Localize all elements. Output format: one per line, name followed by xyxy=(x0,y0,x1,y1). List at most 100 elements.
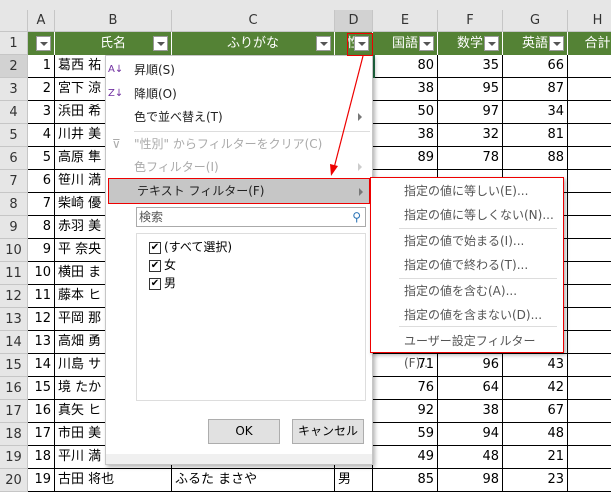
column-header-F[interactable]: F xyxy=(438,10,503,32)
cell-E[interactable]: 76 xyxy=(373,377,438,400)
cell-H[interactable] xyxy=(568,170,611,193)
row-header[interactable]: 3 xyxy=(0,78,28,101)
text-filter-option[interactable]: 指定の値を含まない(D)... xyxy=(404,304,542,326)
cell-E[interactable]: 85 xyxy=(373,469,438,492)
cell-E[interactable]: 89 xyxy=(373,147,438,170)
cell-F[interactable]: 94 xyxy=(438,423,503,446)
row-header[interactable]: 6 xyxy=(0,147,28,170)
sort-descending[interactable]: 降順(O) xyxy=(134,82,177,106)
cell-A[interactable]: 9 xyxy=(28,239,55,262)
cell-F[interactable]: 98 xyxy=(438,469,503,492)
cell-F[interactable]: 97 xyxy=(438,101,503,124)
text-filter-option[interactable]: 指定の値に等しくない(N)... xyxy=(404,204,554,226)
column-header-D[interactable]: D xyxy=(335,10,373,32)
cell-A[interactable]: 16 xyxy=(28,400,55,423)
row-header[interactable]: 20 xyxy=(0,469,28,492)
cell-A[interactable]: 19 xyxy=(28,469,55,492)
row-header[interactable]: 4 xyxy=(0,101,28,124)
cell-H[interactable] xyxy=(568,469,611,492)
text-filter-option[interactable]: 指定の値で終わる(T)... xyxy=(404,254,528,276)
cell-F[interactable]: 32 xyxy=(438,124,503,147)
cell-H[interactable] xyxy=(568,216,611,239)
cell-H[interactable] xyxy=(568,262,611,285)
resize-grip[interactable] xyxy=(106,454,372,464)
checkbox-checked-icon[interactable]: ✔ xyxy=(149,259,161,272)
cell-A[interactable]: 15 xyxy=(28,377,55,400)
column-header-H[interactable]: H xyxy=(568,10,611,32)
cell-A[interactable]: 17 xyxy=(28,423,55,446)
cell-A[interactable]: 8 xyxy=(28,216,55,239)
cell-E[interactable]: 92 xyxy=(373,400,438,423)
cell-G[interactable]: 88 xyxy=(503,147,568,170)
row-header[interactable]: 17 xyxy=(0,400,28,423)
checkbox-checked-icon[interactable]: ✔ xyxy=(149,241,161,254)
cell-E[interactable]: 38 xyxy=(373,124,438,147)
cell-G[interactable]: 23 xyxy=(503,469,568,492)
cell-A[interactable]: 13 xyxy=(28,331,55,354)
cell-A[interactable]: 7 xyxy=(28,193,55,216)
cell-C[interactable]: ふるた まさや xyxy=(172,469,335,492)
cell-H[interactable] xyxy=(568,285,611,308)
cell-G[interactable]: 42 xyxy=(503,377,568,400)
cell-H[interactable] xyxy=(568,78,611,101)
cell-B[interactable]: 古田 将也 xyxy=(55,469,172,492)
sort-ascending[interactable]: 昇順(S) xyxy=(134,58,175,82)
row-header[interactable]: 9 xyxy=(0,216,28,239)
cell-E[interactable]: 59 xyxy=(373,423,438,446)
cell-E[interactable]: 80 xyxy=(373,55,438,78)
filter-dropdown-icon[interactable] xyxy=(153,36,168,51)
row-header[interactable]: 5 xyxy=(0,124,28,147)
cell-A[interactable]: 4 xyxy=(28,124,55,147)
text-filter-option[interactable]: 指定の値に等しい(E)... xyxy=(404,180,528,202)
row-header[interactable]: 18 xyxy=(0,423,28,446)
cancel-button[interactable]: キャンセル xyxy=(292,419,364,444)
cell-F[interactable]: 35 xyxy=(438,55,503,78)
filter-dropdown-icon[interactable] xyxy=(419,36,434,51)
sort-by-color[interactable]: 色で並べ替え(T) xyxy=(134,105,223,129)
filter-dropdown-icon[interactable] xyxy=(549,36,564,51)
cell-H[interactable] xyxy=(568,446,611,469)
checkbox-checked-icon[interactable]: ✔ xyxy=(149,277,161,290)
row-header[interactable]: 13 xyxy=(0,308,28,331)
ok-button[interactable]: OK xyxy=(208,419,280,444)
cell-G[interactable]: 66 xyxy=(503,55,568,78)
row-header[interactable]: 2 xyxy=(0,55,28,78)
row-header[interactable]: 12 xyxy=(0,285,28,308)
cell-F[interactable]: 64 xyxy=(438,377,503,400)
cell-A[interactable]: 10 xyxy=(28,262,55,285)
column-header-E[interactable]: E xyxy=(373,10,438,32)
cell-G[interactable]: 21 xyxy=(503,446,568,469)
cell-G[interactable]: 34 xyxy=(503,101,568,124)
column-header-G[interactable]: G xyxy=(503,10,568,32)
cell-E[interactable]: 50 xyxy=(373,101,438,124)
row-header[interactable]: 7 xyxy=(0,170,28,193)
column-header-A[interactable]: A xyxy=(28,10,55,32)
select-all-corner[interactable] xyxy=(0,10,28,32)
row-header[interactable]: 11 xyxy=(0,262,28,285)
cell-A[interactable]: 18 xyxy=(28,446,55,469)
search-input[interactable]: 検索 ⚲ xyxy=(136,207,366,227)
filter-dropdown-icon[interactable] xyxy=(36,36,51,51)
cell-H[interactable] xyxy=(568,400,611,423)
cell-F[interactable]: 78 xyxy=(438,147,503,170)
cell-A[interactable]: 14 xyxy=(28,354,55,377)
cell-E[interactable]: 49 xyxy=(373,446,438,469)
cell-H[interactable] xyxy=(568,147,611,170)
cell-H[interactable] xyxy=(568,55,611,78)
filter-dropdown-icon[interactable] xyxy=(316,36,331,51)
cell-F[interactable]: 38 xyxy=(438,400,503,423)
cell-G[interactable]: 43 xyxy=(503,354,568,377)
filter-dropdown-icon[interactable] xyxy=(484,36,499,51)
cell-F[interactable]: 96 xyxy=(438,354,503,377)
cell-G[interactable]: 67 xyxy=(503,400,568,423)
cell-H[interactable] xyxy=(568,354,611,377)
list-item[interactable]: ✔ (すべて選択) xyxy=(149,238,232,255)
cell-H[interactable] xyxy=(568,193,611,216)
list-item[interactable]: ✔ 女 xyxy=(149,256,176,273)
cell-H[interactable] xyxy=(568,101,611,124)
column-header-C[interactable]: C xyxy=(172,10,335,32)
cell-A[interactable]: 6 xyxy=(28,170,55,193)
row-header[interactable]: 1 xyxy=(0,32,28,55)
row-header[interactable]: 14 xyxy=(0,331,28,354)
row-header[interactable]: 19 xyxy=(0,446,28,469)
